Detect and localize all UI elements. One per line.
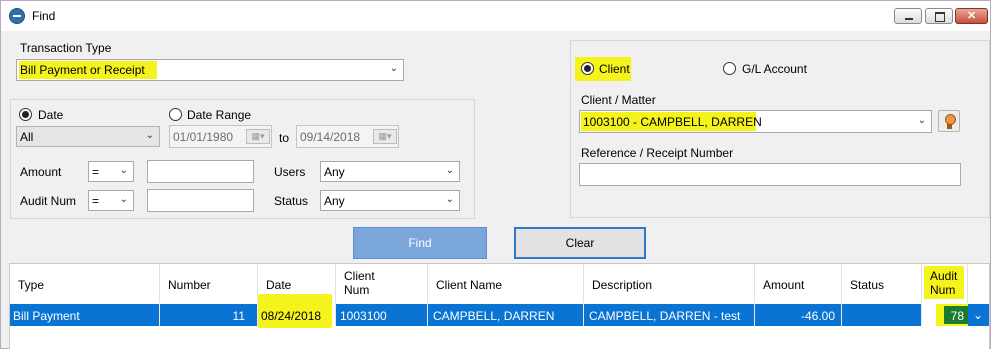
find-window: Find Transaction Type Bill Payment or Re… xyxy=(0,0,991,349)
cell-amount: -46.00 xyxy=(755,304,842,326)
client-radio-label: Client xyxy=(599,62,630,76)
users-value: Any xyxy=(324,165,345,179)
client-matter-value: 1003100 - CAMPBELL, DARREN xyxy=(583,115,762,129)
to-label: to xyxy=(279,131,290,145)
cell-date: 08/24/2018 xyxy=(258,294,336,328)
cell-client-num: 1003100 xyxy=(336,304,428,326)
column-header-audit-num[interactable]: Audit Num xyxy=(922,264,968,303)
chevron-down-icon[interactable]: ⌄ xyxy=(969,304,987,326)
transaction-type-select[interactable]: Bill Payment or Receipt ⌄ xyxy=(16,59,404,81)
reference-label: Reference / Receipt Number xyxy=(581,146,734,160)
cell-description: CAMPBELL, DARREN - test xyxy=(584,304,755,326)
from-date-input[interactable]: 01/01/1980 ▦▾ xyxy=(169,125,272,148)
status-select[interactable]: Any ⌄ xyxy=(320,190,460,211)
date-range-radio[interactable] xyxy=(169,108,182,121)
cell-client-name: CAMPBELL, DARREN xyxy=(428,304,584,326)
cell-number: 11 xyxy=(160,304,258,326)
amount-label: Amount xyxy=(20,165,62,179)
users-select[interactable]: Any ⌄ xyxy=(320,161,460,182)
chevron-down-icon: ⌄ xyxy=(917,115,926,126)
title-bar: Find xyxy=(1,1,990,31)
date-period-value: All xyxy=(20,130,34,144)
audit-num-operator-value: = xyxy=(92,194,100,208)
date-range-radio-label: Date Range xyxy=(187,108,252,122)
app-scales-icon xyxy=(9,8,25,24)
reference-input[interactable] xyxy=(579,163,961,186)
transaction-type-value: Bill Payment or Receipt xyxy=(20,63,145,77)
audit-num-label: Audit Num xyxy=(20,194,77,208)
cell-status xyxy=(842,304,922,326)
client-matter-select[interactable]: 1003100 - CAMPBELL, DARREN ⌄ xyxy=(579,110,932,133)
to-date-input[interactable]: 09/14/2018 ▦▾ xyxy=(296,125,399,148)
date-radio-label: Date xyxy=(38,108,64,122)
client-lookup-icon[interactable] xyxy=(938,110,960,132)
chevron-down-icon: ⌄ xyxy=(119,194,128,205)
window-title: Find xyxy=(32,9,56,23)
audit-num-operator-select[interactable]: = ⌄ xyxy=(88,190,134,211)
amount-operator-select[interactable]: = ⌄ xyxy=(88,161,134,182)
find-button[interactable]: Find xyxy=(353,227,487,259)
users-label: Users xyxy=(274,165,306,179)
column-header-client-name[interactable]: Client Name xyxy=(428,264,584,303)
client-matter-label: Client / Matter xyxy=(581,93,656,107)
calendar-dropdown-icon[interactable]: ▦▾ xyxy=(373,129,397,144)
chevron-down-icon: ⌄ xyxy=(119,165,128,176)
clear-button[interactable]: Clear xyxy=(514,227,646,259)
date-radio[interactable] xyxy=(19,108,32,121)
amount-operator-value: = xyxy=(92,165,100,179)
gl-account-radio[interactable] xyxy=(723,62,736,75)
chevron-down-icon: ⌄ xyxy=(445,194,454,205)
status-label: Status xyxy=(274,194,309,208)
maximize-button[interactable] xyxy=(925,8,953,24)
audit-num-input[interactable] xyxy=(147,189,254,212)
to-date-value: 09/14/2018 xyxy=(300,130,361,144)
transaction-type-label: Transaction Type xyxy=(20,41,112,55)
cell-audit-num: 78 xyxy=(922,304,968,326)
from-date-value: 01/01/1980 xyxy=(173,130,234,144)
column-header-client-num[interactable]: Client Num xyxy=(336,264,428,303)
column-header-description[interactable]: Description xyxy=(584,264,755,303)
status-value: Any xyxy=(324,194,345,208)
gl-account-radio-label: G/L Account xyxy=(742,62,807,76)
table-row[interactable]: Bill Payment 11 08/24/2018 1003100 CAMPB… xyxy=(10,294,989,328)
close-button[interactable] xyxy=(955,8,988,24)
cell-type: Bill Payment xyxy=(10,304,160,326)
column-header-amount[interactable]: Amount xyxy=(755,264,842,303)
column-header-number[interactable]: Number xyxy=(160,264,258,303)
chevron-down-icon: ⌄ xyxy=(389,63,398,74)
column-header-status[interactable]: Status xyxy=(842,264,922,303)
chevron-down-icon: ⌄ xyxy=(145,130,154,141)
amount-input[interactable] xyxy=(147,160,254,183)
column-header-type[interactable]: Type xyxy=(10,264,160,303)
client-radio[interactable] xyxy=(581,62,594,75)
results-grid[interactable]: Type Number Date Client Num Client Name … xyxy=(9,263,990,349)
date-period-select[interactable]: All ⌄ xyxy=(16,126,160,147)
calendar-dropdown-icon[interactable]: ▦▾ xyxy=(246,129,270,144)
chevron-down-icon: ⌄ xyxy=(445,165,454,176)
minimize-button[interactable] xyxy=(894,8,922,24)
